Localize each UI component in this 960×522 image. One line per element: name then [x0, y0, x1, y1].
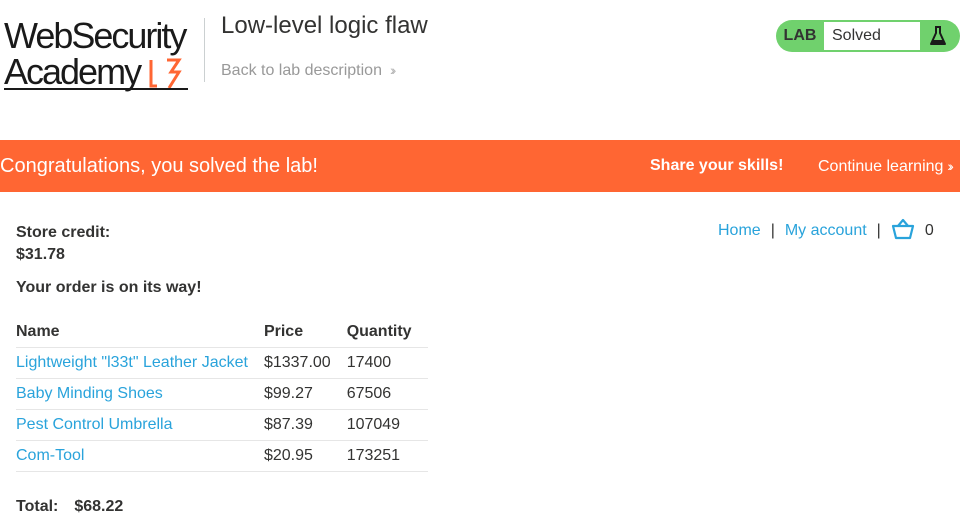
item-name-cell: Com-Tool — [16, 440, 264, 472]
store-credit-value: $31.78 — [16, 246, 65, 263]
logo-text-line2: Academy — [4, 51, 142, 92]
total-value: $68.22 — [74, 498, 124, 515]
item-quantity-cell: 67506 — [346, 378, 428, 410]
item-quantity-cell: 17400 — [346, 347, 428, 379]
product-link[interactable]: Baby Minding Shoes — [16, 385, 163, 402]
double-chevron-right-icon: ›› — [389, 62, 397, 78]
continue-learning-label: Continue learning — [818, 158, 944, 175]
item-quantity-cell: 107049 — [346, 409, 428, 441]
table-row: Pest Control Umbrella $87.39 107049 — [16, 409, 428, 441]
store-credit-label: Store credit: — [16, 224, 111, 241]
item-price-cell: $99.27 — [263, 378, 347, 410]
lab-badge: LAB — [783, 27, 817, 44]
nav-separator: | — [876, 222, 881, 240]
logo-text-line1: WebSecurity — [4, 15, 187, 56]
back-to-lab-description-link[interactable]: Back to lab description ›› — [221, 62, 397, 80]
item-name-cell: Pest Control Umbrella — [16, 409, 264, 441]
product-link[interactable]: Lightweight "l33t" Leather Jacket — [16, 354, 248, 371]
header-divider — [204, 18, 205, 82]
lab-title: Low-level logic flaw — [221, 12, 428, 39]
item-name-cell: Baby Minding Shoes — [16, 378, 264, 410]
item-price-cell: $87.39 — [263, 409, 347, 441]
double-chevron-right-icon: ›› — [947, 158, 954, 174]
table-header-row: Name Price Quantity — [16, 316, 428, 348]
my-account-link[interactable]: My account — [785, 222, 867, 239]
lab-status-text: Solved — [824, 22, 920, 50]
page-header: WebSecurity Academy Low-level logic flaw… — [0, 0, 960, 100]
table-row: Com-Tool $20.95 173251 — [16, 440, 428, 472]
product-link[interactable]: Com-Tool — [16, 447, 84, 464]
continue-learning-link[interactable]: Continue learning ›› — [818, 140, 954, 193]
column-header-quantity: Quantity — [346, 316, 428, 348]
logo-underline — [4, 88, 188, 90]
cart-icon[interactable] — [891, 218, 915, 240]
share-skills-button[interactable]: Share your skills! — [650, 140, 783, 192]
home-link[interactable]: Home — [718, 222, 761, 239]
order-table: Name Price Quantity Lightweight "l33t" L… — [16, 316, 428, 472]
nav-separator: | — [770, 222, 775, 240]
solved-banner: Congratulations, you solved the lab! Sha… — [0, 140, 960, 192]
order-total: Total: $68.22 — [16, 498, 123, 516]
table-row: Lightweight "l33t" Leather Jacket $1337.… — [16, 347, 428, 379]
item-name-cell: Lightweight "l33t" Leather Jacket — [16, 347, 264, 379]
lab-status-widget: LAB Solved — [776, 20, 960, 52]
column-header-price: Price — [263, 316, 347, 348]
flask-icon — [930, 26, 946, 45]
cart-count: 0 — [924, 222, 934, 240]
table-row: Baby Minding Shoes $99.27 67506 — [16, 378, 428, 410]
item-price-cell: $20.95 — [263, 440, 347, 472]
top-navigation: Home | My account | 0 — [718, 218, 934, 246]
congratulations-message: Congratulations, you solved the lab! — [0, 155, 318, 177]
product-link[interactable]: Pest Control Umbrella — [16, 416, 173, 433]
order-status-message: Your order is on its way! — [16, 279, 202, 296]
total-label: Total: — [16, 498, 59, 515]
logo-mark-icon — [149, 58, 182, 89]
item-quantity-cell: 173251 — [346, 440, 428, 472]
item-price-cell: $1337.00 — [263, 347, 347, 379]
back-link-label: Back to lab description — [221, 62, 382, 79]
web-security-academy-logo[interactable]: WebSecurity Academy — [4, 16, 204, 92]
column-header-name: Name — [16, 316, 264, 348]
